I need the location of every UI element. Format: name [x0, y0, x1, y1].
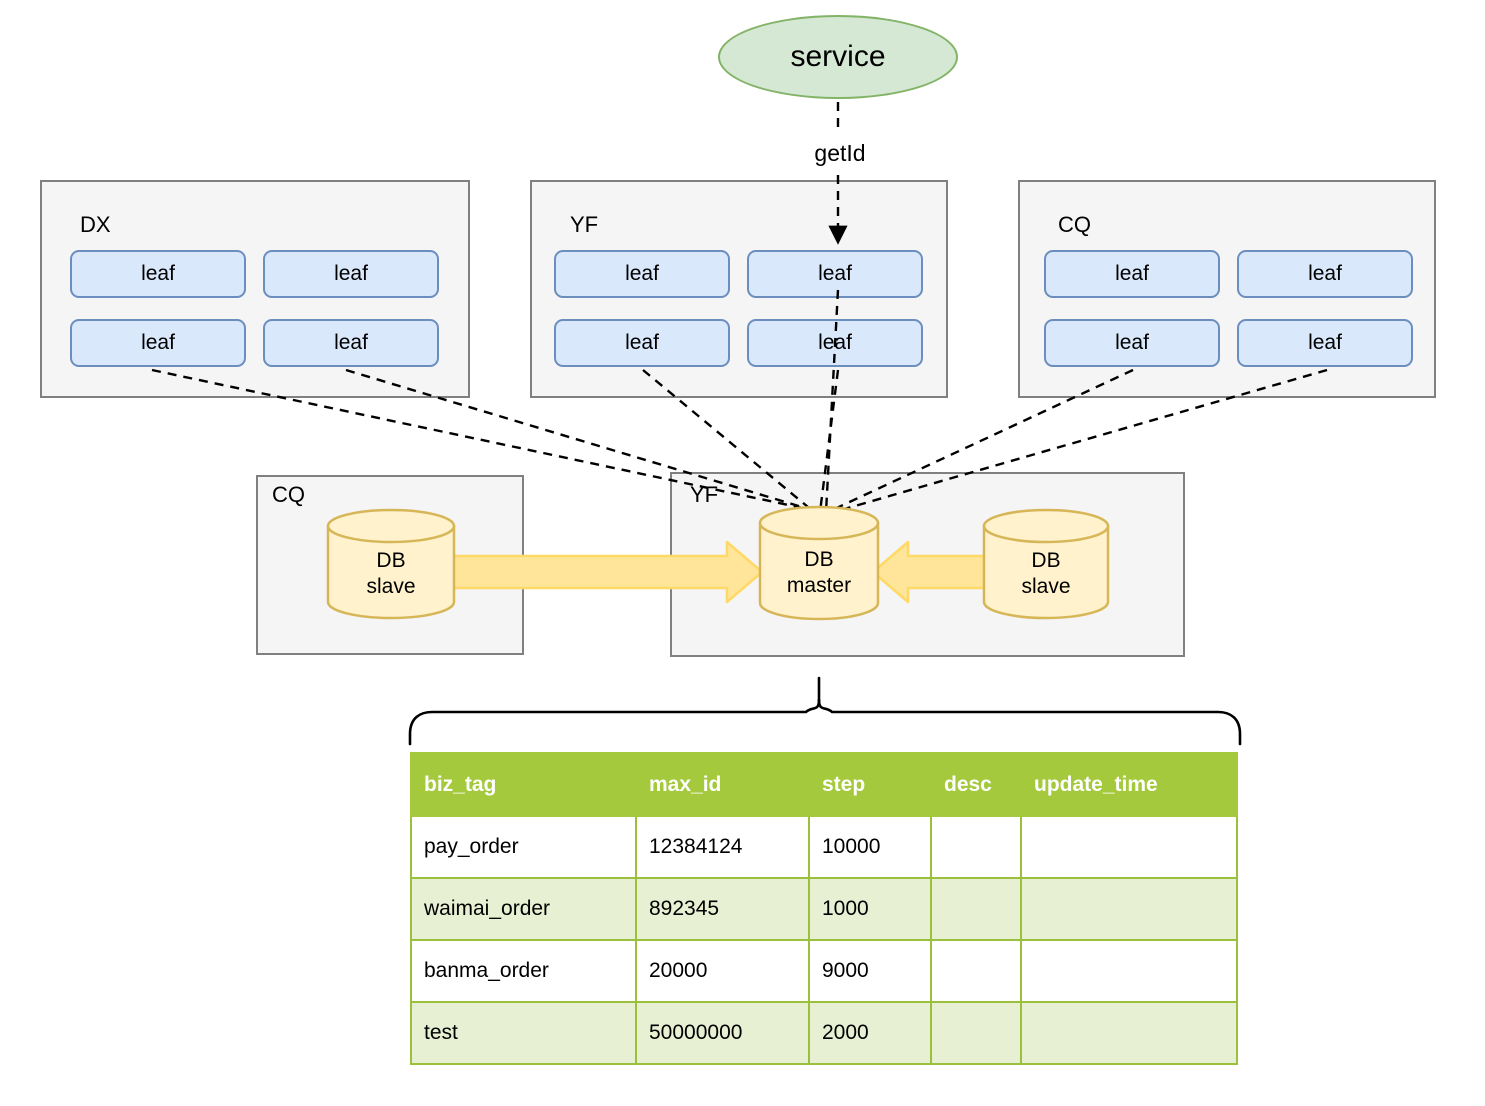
leaf-label: leaf — [625, 331, 659, 354]
db-cylinder-yf-slave[interactable]: DB slave — [982, 508, 1110, 620]
leaf-node[interactable]: leaf — [554, 250, 730, 298]
cell-step: 1000 — [808, 877, 932, 941]
leaf-grid-yf: leaf leaf leaf leaf — [554, 250, 923, 367]
cell-update-time — [1020, 815, 1238, 879]
table-row[interactable]: waimai_order 892345 1000 — [410, 877, 1238, 941]
cell-desc — [930, 1001, 1022, 1065]
leaf-node[interactable]: leaf — [1237, 250, 1413, 298]
leaf-label: leaf — [625, 262, 659, 285]
leaf-node[interactable]: leaf — [70, 319, 246, 367]
table-header-row: biz_tag max_id step desc update_time — [410, 752, 1238, 817]
leaf-node[interactable]: leaf — [747, 319, 923, 367]
table-body: pay_order 12384124 10000 waimai_order 89… — [410, 815, 1238, 1065]
leaf-node[interactable]: leaf — [70, 250, 246, 298]
leaf-alloc-table: biz_tag max_id step desc update_time pay… — [410, 752, 1238, 1065]
leaf-region-yf: YF leaf leaf leaf leaf — [530, 180, 948, 398]
leaf-node[interactable]: leaf — [1237, 319, 1413, 367]
column-header-biz-tag: biz_tag — [410, 752, 637, 817]
cell-desc — [930, 939, 1022, 1003]
leaf-node[interactable]: leaf — [554, 319, 730, 367]
cell-max-id: 50000000 — [635, 1001, 810, 1065]
leaf-node[interactable]: leaf — [747, 250, 923, 298]
cell-update-time — [1020, 1001, 1238, 1065]
column-header-max-id: max_id — [635, 752, 810, 817]
column-header-update-time: update_time — [1020, 752, 1238, 817]
leaf-label: leaf — [334, 262, 368, 285]
db-cylinder-yf-master[interactable]: DB master — [758, 505, 880, 621]
leaf-label: leaf — [334, 331, 368, 354]
leaf-grid-cq: leaf leaf leaf leaf — [1044, 250, 1413, 367]
cell-biz-tag: waimai_order — [410, 877, 637, 941]
diagram-canvas: service getId DX leaf leaf leaf leaf YF … — [0, 0, 1485, 1106]
cell-biz-tag: pay_order — [410, 815, 637, 879]
column-header-desc: desc — [930, 752, 1022, 817]
leaf-label: leaf — [1115, 331, 1149, 354]
leaf-node[interactable]: leaf — [1044, 250, 1220, 298]
leaf-node[interactable]: leaf — [263, 250, 439, 298]
cell-update-time — [1020, 939, 1238, 1003]
cell-step: 9000 — [808, 939, 932, 1003]
leaf-label: leaf — [1308, 331, 1342, 354]
getid-label: getId — [814, 140, 866, 166]
leaf-node[interactable]: leaf — [1044, 319, 1220, 367]
leaf-region-cq: CQ leaf leaf leaf leaf — [1018, 180, 1436, 398]
leaf-label: leaf — [818, 331, 852, 354]
leaf-label: leaf — [141, 331, 175, 354]
cell-max-id: 12384124 — [635, 815, 810, 879]
leaf-label: leaf — [818, 262, 852, 285]
leaf-label: leaf — [141, 262, 175, 285]
leaf-label: leaf — [1115, 262, 1149, 285]
service-node[interactable]: service — [718, 15, 958, 99]
cell-biz-tag: test — [410, 1001, 637, 1065]
leaf-region-cq-label: CQ — [1058, 212, 1091, 237]
table-row[interactable]: test 50000000 2000 — [410, 1001, 1238, 1065]
cell-biz-tag: banma_order — [410, 939, 637, 1003]
cell-max-id: 892345 — [635, 877, 810, 941]
db-cylinder-cq-slave[interactable]: DB slave — [326, 508, 456, 620]
cell-step: 10000 — [808, 815, 932, 879]
table-row[interactable]: banma_order 20000 9000 — [410, 939, 1238, 1003]
db-region-yf-label: YF — [690, 482, 719, 507]
cell-update-time — [1020, 877, 1238, 941]
db-region-cq-label: CQ — [272, 482, 305, 507]
leaf-region-dx-label: DX — [80, 212, 111, 237]
cell-desc — [930, 815, 1022, 879]
cell-step: 2000 — [808, 1001, 932, 1065]
table-row[interactable]: pay_order 12384124 10000 — [410, 815, 1238, 879]
cell-desc — [930, 877, 1022, 941]
leaf-region-yf-label: YF — [570, 212, 599, 237]
curly-brace — [408, 676, 1242, 746]
cell-max-id: 20000 — [635, 939, 810, 1003]
service-label: service — [790, 40, 886, 73]
column-header-step: step — [808, 752, 932, 817]
leaf-grid-dx: leaf leaf leaf leaf — [70, 250, 439, 367]
leaf-label: leaf — [1308, 262, 1342, 285]
leaf-node[interactable]: leaf — [263, 319, 439, 367]
leaf-region-dx: DX leaf leaf leaf leaf — [40, 180, 470, 398]
